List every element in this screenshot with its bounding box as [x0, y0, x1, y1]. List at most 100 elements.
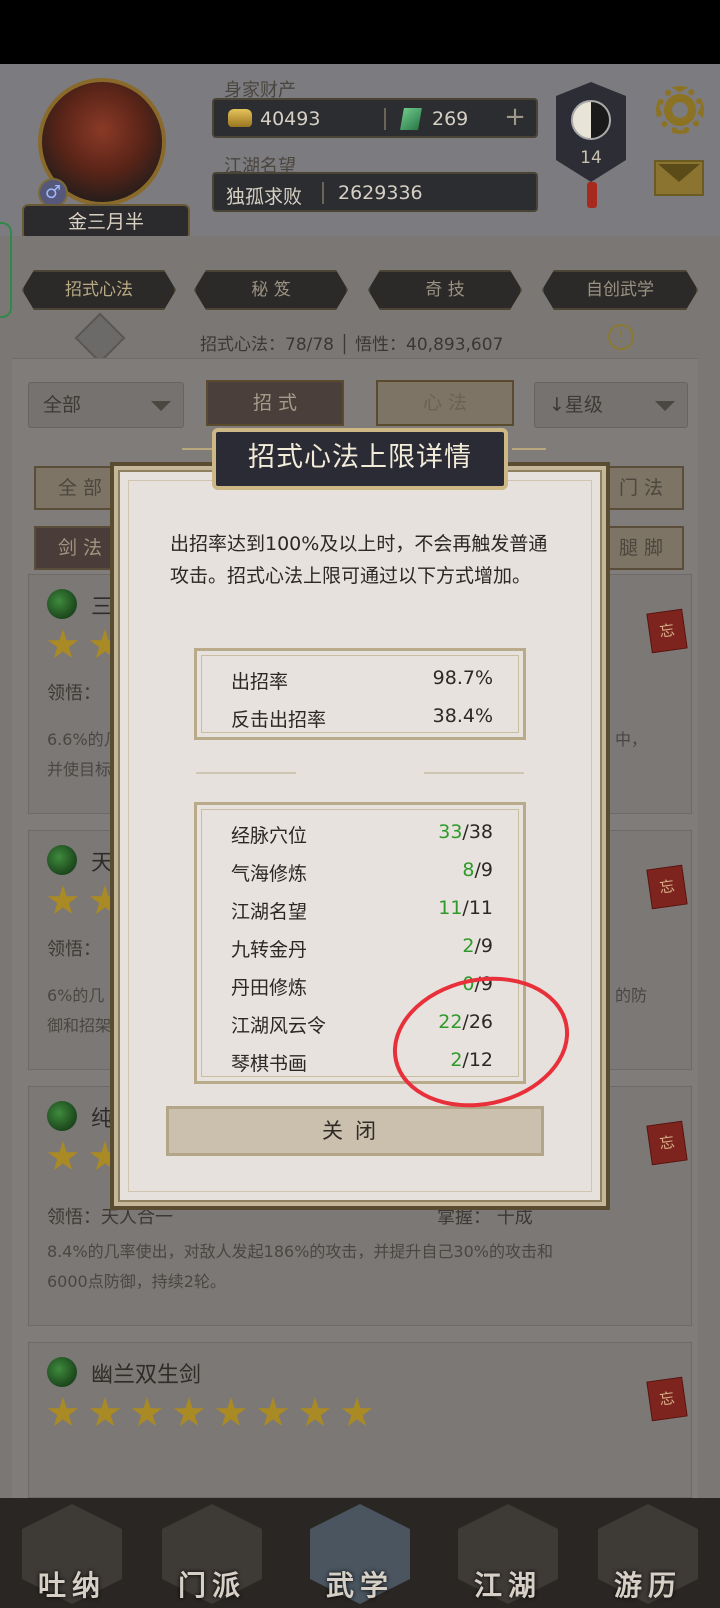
nav-item-martial[interactable]: 武学 — [296, 1504, 424, 1608]
source-value: 33/38 — [438, 821, 493, 843]
source-label: 琴棋书画 — [231, 1053, 308, 1075]
fame-title: 独孤求败 — [226, 186, 303, 208]
skill-description-right: 中， — [615, 730, 648, 749]
level-badge[interactable]: 14 — [556, 82, 626, 182]
nav-label: 武学 — [325, 1569, 394, 1602]
divider — [322, 182, 324, 204]
star-icon — [47, 1397, 79, 1427]
nav-label: 江湖 — [473, 1569, 542, 1602]
source-current: 33 — [438, 821, 463, 843]
rate-value: 38.4% — [432, 705, 493, 727]
chip-leg[interactable]: 腿 脚 — [598, 526, 684, 570]
source-value: 2/9 — [462, 935, 493, 957]
source-max: /38 — [462, 821, 493, 843]
star-icon — [131, 1397, 163, 1427]
status-bar — [0, 0, 720, 64]
skill-description-2: 6000点防御，持续2轮。 — [47, 1272, 226, 1291]
tab-special-skill[interactable]: 奇 技 — [368, 270, 522, 310]
rate-row: 反击出招率 38.4% — [231, 699, 493, 737]
tab-moves-methods[interactable]: 招式心法 — [22, 270, 176, 310]
sort-dropdown[interactable]: ↓星级 — [534, 382, 688, 428]
skill-card[interactable]: 幽兰双生剑 忘 — [28, 1342, 692, 1498]
nav-item-jianghu[interactable]: 江湖 — [444, 1504, 572, 1608]
source-label: 九转金丹 — [231, 939, 308, 961]
skill-description-right: 的防 — [615, 986, 648, 1005]
chevron-down-icon — [655, 401, 675, 411]
nav-item-sect[interactable]: 门派 — [148, 1504, 276, 1608]
jade-icon — [400, 108, 422, 130]
rate-label: 反击出招率 — [231, 709, 327, 731]
nav-label: 门派 — [177, 1569, 246, 1602]
player-name: 金三月半 — [22, 204, 190, 240]
nav-item-meditation[interactable]: 吐纳 — [8, 1504, 136, 1608]
mail-flap — [658, 164, 700, 188]
source-value: 8/9 — [462, 859, 493, 881]
star-icon — [89, 1397, 121, 1427]
source-label: 经脉穴位 — [231, 825, 308, 847]
star-icon — [47, 1141, 79, 1171]
source-max: /11 — [462, 897, 493, 919]
skill-orb-icon — [47, 1357, 77, 1387]
mastery-label: 掌握： 十成 — [437, 1207, 533, 1228]
fame-value: 2629336 — [338, 182, 423, 204]
forget-seal-icon[interactable]: 忘 — [646, 1120, 688, 1166]
tab-custom-martial[interactable]: 自创武学 — [542, 270, 698, 310]
insight-label: 领悟：天人合一 — [47, 1207, 173, 1228]
taiji-icon — [571, 100, 611, 140]
nav-item-travel[interactable]: 游历 — [584, 1504, 712, 1608]
divider-line — [424, 772, 524, 774]
source-current: 8 — [462, 859, 475, 881]
chip-all[interactable]: 全 部 — [34, 466, 126, 510]
star-icon — [257, 1397, 289, 1427]
source-value: 11/11 — [438, 897, 493, 919]
skill-description: 8.4%的几率使出，对敌人发起186%的攻击，并提升自己30%的攻击和 — [47, 1242, 553, 1261]
skill-title: 纯 — [91, 1107, 114, 1132]
rate-table: 出招率 98.7% 反击出招率 38.4% — [194, 648, 526, 740]
close-button[interactable]: 关闭 — [166, 1106, 544, 1156]
source-current: 11 — [438, 897, 463, 919]
wealth-bar: 40493 269 + — [212, 98, 538, 138]
source-current: 2 — [462, 935, 475, 957]
info-icon[interactable]: ! — [608, 324, 634, 350]
insight-label: 领悟： — [47, 683, 101, 704]
segment-methods[interactable]: 心 法 — [376, 380, 514, 426]
source-row: 九转金丹 2/9 — [231, 929, 493, 967]
sort-dropdown-value: ↓星级 — [549, 394, 603, 416]
side-handle[interactable] — [0, 222, 12, 318]
chevron-down-icon — [151, 401, 171, 411]
skill-title: 三 — [91, 595, 114, 620]
star-icon — [173, 1397, 205, 1427]
tab-secret-manual[interactable]: 秘 笈 — [194, 270, 348, 310]
star-icon — [47, 885, 79, 915]
divider-line — [196, 772, 296, 774]
forget-seal-icon[interactable]: 忘 — [646, 1376, 688, 1422]
star-icon — [47, 629, 79, 659]
gold-ingot-icon — [228, 109, 252, 127]
source-row: 经脉穴位 33/38 — [231, 815, 493, 853]
source-max: /9 — [474, 859, 494, 881]
skill-orb-icon — [47, 845, 77, 875]
mail-icon[interactable] — [654, 160, 704, 196]
source-label: 江湖风云令 — [231, 1015, 327, 1037]
skill-title: 天 — [91, 851, 114, 876]
category-dropdown-value: 全部 — [43, 394, 82, 416]
gold-value: 40493 — [260, 108, 321, 130]
source-label: 丹田修炼 — [231, 977, 308, 999]
forget-seal-icon[interactable]: 忘 — [646, 608, 688, 654]
header: ♂ 金三月半 身家财产 40493 269 + 江湖名望 独孤求败 262933… — [0, 64, 720, 240]
title-ornament — [182, 448, 216, 456]
stats-summary: 招式心法：78/78 │ 悟性：40,893,607 — [200, 335, 504, 355]
add-currency-button[interactable]: + — [502, 104, 528, 132]
star-icon — [215, 1397, 247, 1427]
category-dropdown[interactable]: 全部 — [28, 382, 184, 428]
gear-icon[interactable] — [656, 86, 704, 134]
rate-row: 出招率 98.7% — [231, 661, 493, 699]
dialog-description: 出招率达到100%及以上时，不会再触发普通攻击。招式心法上限可通过以下方式增加。 — [170, 533, 548, 587]
title-ornament — [512, 448, 546, 456]
chip-sword[interactable]: 剑 法 — [34, 526, 126, 570]
segment-moves[interactable]: 招 式 — [206, 380, 344, 426]
level-value: 14 — [580, 148, 602, 168]
divider — [384, 108, 386, 130]
forget-seal-icon[interactable]: 忘 — [646, 864, 688, 910]
chip-door[interactable]: 门 法 — [598, 466, 684, 510]
